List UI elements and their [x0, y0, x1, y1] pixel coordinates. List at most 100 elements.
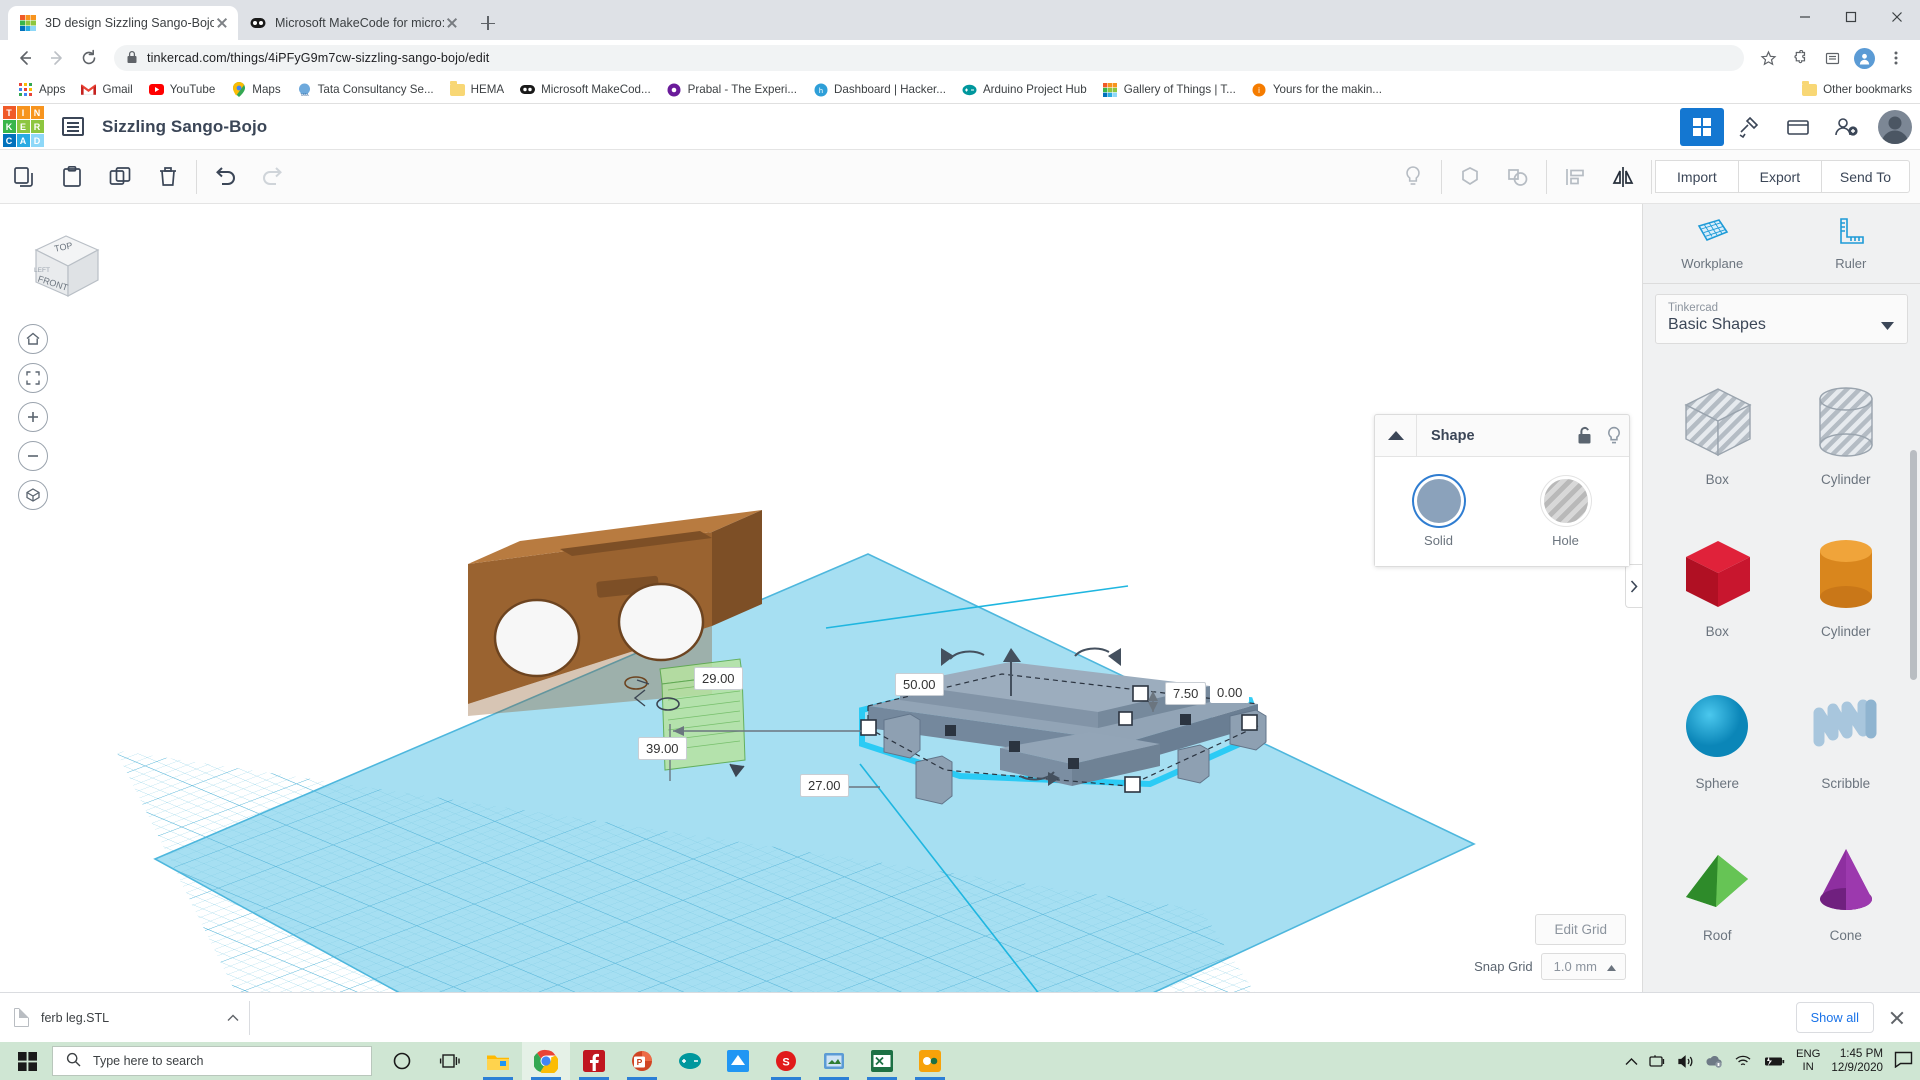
lightbulb-icon[interactable]: [1389, 150, 1437, 204]
arduino-icon[interactable]: [666, 1042, 714, 1080]
dimension-29[interactable]: 29.00: [694, 667, 743, 690]
address-bar[interactable]: tinkercad.com/things/4iPFyG9m7cw-sizzlin…: [114, 45, 1744, 71]
paste-icon[interactable]: [48, 150, 96, 204]
back-icon[interactable]: [10, 43, 40, 73]
download-item[interactable]: ferb leg.STL: [14, 1001, 239, 1035]
battery-icon[interactable]: [1763, 1055, 1785, 1068]
3d-viewport[interactable]: Workplane: [0, 204, 1642, 992]
dimension-offset-0-00[interactable]: 0.00: [1210, 682, 1250, 703]
group-icon[interactable]: [1446, 150, 1494, 204]
view-cube[interactable]: TOP FRONT LEFT: [22, 224, 106, 304]
sidebar-tool-workplane[interactable]: Workplane: [1643, 204, 1782, 283]
bookmark-maps[interactable]: Maps: [223, 80, 288, 99]
skype-icon[interactable]: S: [762, 1042, 810, 1080]
bookmark-youtube[interactable]: YouTube: [141, 80, 224, 99]
file-explorer-icon[interactable]: [474, 1042, 522, 1080]
lightbulb-icon[interactable]: [1599, 415, 1629, 457]
classroom-icon[interactable]: [1776, 108, 1820, 146]
reload-icon[interactable]: [74, 43, 104, 73]
shape-item-box-hole[interactable]: Box: [1653, 366, 1782, 512]
bookmark-hema[interactable]: HEMA: [442, 80, 513, 99]
close-window-icon[interactable]: [1874, 0, 1920, 34]
other-bookmarks-button[interactable]: Other bookmarks: [1802, 81, 1912, 97]
shape-item-cylinder-hole[interactable]: Cylinder: [1782, 366, 1911, 512]
screencast-icon[interactable]: [1649, 1054, 1666, 1069]
home-view-icon[interactable]: [18, 324, 48, 354]
add-user-icon[interactable]: [1824, 108, 1868, 146]
windows-start-icon[interactable]: [4, 1042, 50, 1080]
unlock-icon[interactable]: [1569, 415, 1599, 457]
excel-icon[interactable]: [858, 1042, 906, 1080]
new-tab-button[interactable]: [474, 9, 502, 37]
taskbar-search-input[interactable]: Type here to search: [52, 1046, 372, 1076]
bookmark-makecode[interactable]: Microsoft MakeCod...: [512, 80, 659, 99]
facebook-icon[interactable]: [570, 1042, 618, 1080]
bookmark-prabal[interactable]: Prabal - The Experi...: [659, 80, 805, 99]
bookmark-gmail[interactable]: Gmail: [73, 80, 140, 99]
powerpoint-icon[interactable]: P: [618, 1042, 666, 1080]
profile-avatar-icon[interactable]: [1850, 44, 1878, 72]
browser-tab-0[interactable]: 3D design Sizzling Sango-Bojo | T: [8, 6, 238, 40]
dimension-27[interactable]: 27.00: [800, 774, 849, 797]
edit-grid-button[interactable]: Edit Grid: [1535, 914, 1626, 945]
star-icon[interactable]: [1754, 44, 1782, 72]
send-to-button[interactable]: Send To: [1820, 160, 1910, 193]
close-icon[interactable]: [444, 15, 460, 31]
minimize-icon[interactable]: [1782, 0, 1828, 34]
close-icon[interactable]: [214, 15, 230, 31]
panel-toggle-button[interactable]: [1625, 564, 1642, 608]
snap-grid-select[interactable]: 1.0 mm: [1540, 953, 1626, 980]
maximize-icon[interactable]: [1828, 0, 1874, 34]
dimension-height-7-50[interactable]: 7.50: [1165, 682, 1207, 705]
shape-option-solid[interactable]: Solid: [1375, 479, 1502, 548]
autodesk-icon[interactable]: [714, 1042, 762, 1080]
wifi-icon[interactable]: [1734, 1054, 1752, 1068]
browser-tab-1[interactable]: Microsoft MakeCode for micro:bi: [238, 6, 468, 40]
bookmark-hackster[interactable]: h Dashboard | Hacker...: [805, 80, 954, 99]
show-all-button[interactable]: Show all: [1795, 1002, 1874, 1033]
snipping-tool-icon[interactable]: [810, 1042, 858, 1080]
zoom-out-icon[interactable]: [18, 441, 48, 471]
chevron-up-icon[interactable]: [1625, 1057, 1638, 1066]
shape-item-sphere[interactable]: Sphere: [1653, 670, 1782, 816]
align-icon[interactable]: [1551, 150, 1599, 204]
grid-view-icon[interactable]: [1680, 107, 1724, 146]
chevron-up-icon[interactable]: [1375, 414, 1417, 457]
document-list-icon[interactable]: [62, 117, 84, 136]
fit-to-view-icon[interactable]: [18, 363, 48, 393]
bookmark-instructables[interactable]: i Yours for the makin...: [1244, 80, 1390, 99]
shape-item-cone[interactable]: Cone: [1782, 822, 1911, 960]
tinkercad-logo[interactable]: T I N K E R C A D: [0, 104, 46, 150]
avatar[interactable]: [1878, 109, 1912, 144]
notes-icon[interactable]: [906, 1042, 954, 1080]
orthographic-toggle-icon[interactable]: [18, 480, 48, 510]
google-chrome-icon[interactable]: [522, 1042, 570, 1080]
sidebar-tool-ruler[interactable]: Ruler: [1782, 204, 1920, 283]
bookmark-apps[interactable]: Apps: [10, 80, 73, 99]
delete-trash-icon[interactable]: [144, 150, 192, 204]
sidebar-scrollbar[interactable]: [1910, 450, 1917, 680]
puzzle-icon[interactable]: [1786, 44, 1814, 72]
task-view-icon[interactable]: [426, 1042, 474, 1080]
clock[interactable]: 1:45 PM 12/9/2020: [1831, 1047, 1883, 1076]
onedrive-icon[interactable]: [1705, 1054, 1723, 1068]
notification-icon[interactable]: [1894, 1051, 1914, 1071]
duplicate-icon[interactable]: [96, 150, 144, 204]
undo-icon[interactable]: [201, 150, 249, 204]
ungroup-icon[interactable]: [1494, 150, 1542, 204]
shape-item-scribble[interactable]: Scribble: [1782, 670, 1911, 816]
tools-hammer-icon[interactable]: [1728, 108, 1772, 146]
import-button[interactable]: Import: [1654, 160, 1739, 193]
volume-icon[interactable]: [1677, 1054, 1694, 1069]
shape-option-hole[interactable]: Hole: [1502, 479, 1629, 548]
shape-item-cylinder[interactable]: Cylinder: [1782, 518, 1911, 664]
cortana-icon[interactable]: [378, 1042, 426, 1080]
shape-item-roof[interactable]: Roof: [1653, 822, 1782, 960]
redo-icon[interactable]: [249, 150, 297, 204]
bookmark-gallery[interactable]: Gallery of Things | T...: [1095, 80, 1244, 99]
reading-list-icon[interactable]: [1818, 44, 1846, 72]
three-dot-menu-icon[interactable]: [1882, 44, 1910, 72]
shape-item-box[interactable]: Box: [1653, 518, 1782, 664]
copy-icon[interactable]: [0, 150, 48, 204]
export-button[interactable]: Export: [1737, 160, 1822, 193]
